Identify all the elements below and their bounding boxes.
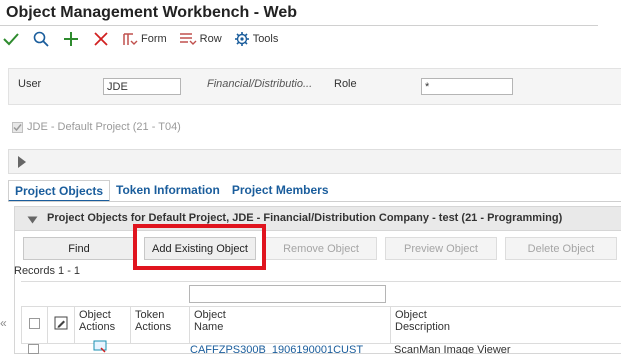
form-menu[interactable]: Form <box>122 31 167 47</box>
row-menu-label: Row <box>199 33 222 45</box>
panel-title: Project Objects for Default Project, JDE… <box>47 212 563 224</box>
preview-object-button[interactable]: Preview Object <box>385 237 497 260</box>
plus-icon[interactable] <box>62 29 80 49</box>
title-divider <box>0 25 598 26</box>
button-row: Find Add Existing Object Remove Object P… <box>15 232 621 264</box>
column-header-line2: Actions <box>79 321 116 333</box>
table-row[interactable]: CAFFZPS300B_1906190001CUST ScanMan Image… <box>21 340 621 354</box>
tab-bar: Project Objects Token Information Projec… <box>8 180 335 202</box>
column-header-object-name[interactable]: Object Name <box>189 307 390 344</box>
select-all-checkbox[interactable] <box>29 318 40 329</box>
column-header-token-actions[interactable]: Token Actions <box>130 307 189 344</box>
column-header-line1: Object <box>194 309 226 321</box>
row-menu[interactable]: Row <box>179 31 222 47</box>
tools-menu[interactable]: Tools <box>234 31 279 47</box>
left-scroll-arrows-icon[interactable]: « <box>0 316 7 330</box>
edit-icon[interactable] <box>54 316 68 330</box>
object-name-link[interactable]: CAFFZPS300B_1906190001CUST <box>190 344 363 354</box>
column-header-line2: Name <box>194 321 224 333</box>
records-count: Records 1 - 1 <box>14 265 81 277</box>
row-menu-icon <box>179 33 197 45</box>
column-header-line2: Description <box>395 321 451 333</box>
column-header-line1: Token <box>135 309 165 321</box>
app-title: Object Management Workbench - Web <box>6 4 298 21</box>
object-description-cell: ScanMan Image Viewer <box>394 344 511 354</box>
tools-menu-label: Tools <box>252 33 279 45</box>
row-checkbox[interactable] <box>28 344 39 354</box>
title-bar: Object Management Workbench - Web <box>0 0 621 27</box>
default-project-label: JDE - Default Project (21 - T04) <box>27 121 181 133</box>
delete-object-button[interactable]: Delete Object <box>505 237 617 260</box>
tab-project-members[interactable]: Project Members <box>226 180 335 202</box>
column-header-line1: Object <box>79 309 111 321</box>
user-label: User <box>18 78 42 90</box>
object-name-filter-input[interactable] <box>189 285 386 303</box>
collapse-arrow-icon[interactable] <box>27 216 38 224</box>
header-panel: User Financial/Distributio... Role <box>8 68 621 105</box>
remove-object-label: Remove Object <box>283 242 359 255</box>
column-header-line1: Object <box>395 309 427 321</box>
add-existing-object-button[interactable]: Add Existing Object <box>144 237 256 260</box>
default-project-checkbox[interactable] <box>12 121 23 133</box>
find-button[interactable]: Find <box>23 237 135 260</box>
role-label: Role <box>334 78 357 90</box>
checkmark-icon[interactable] <box>2 29 20 49</box>
tab-divider <box>8 201 621 202</box>
checkmark-icon <box>13 123 22 131</box>
select-all-col <box>21 307 47 344</box>
remove-object-button[interactable]: Remove Object <box>265 237 377 260</box>
preview-object-label: Preview Object <box>404 242 478 255</box>
company-text: Financial/Distributio... <box>207 78 313 90</box>
column-header-object-description[interactable]: Object Description <box>390 307 621 344</box>
column-header-line2: Actions <box>135 321 172 333</box>
tab-token-information[interactable]: Token Information <box>110 180 226 202</box>
panel-title-bar[interactable]: Project Objects for Default Project, JDE… <box>15 207 621 231</box>
user-field[interactable] <box>103 78 181 95</box>
grid-header: Object Actions Token Actions Object Name… <box>21 281 621 344</box>
grid-top-line <box>21 281 621 282</box>
expander-bar[interactable] <box>8 149 621 174</box>
edit-col <box>47 307 74 344</box>
find-button-label: Find <box>68 242 90 255</box>
default-project-row: JDE - Default Project (21 - T04) <box>12 121 181 133</box>
object-actions-icon[interactable] <box>93 340 109 354</box>
tab-project-objects[interactable]: Project Objects <box>8 180 111 202</box>
column-header-object-actions[interactable]: Object Actions <box>74 307 130 344</box>
close-icon[interactable] <box>92 29 110 49</box>
form-menu-icon <box>123 33 138 45</box>
role-field[interactable] <box>421 78 513 95</box>
delete-object-label: Delete Object <box>527 242 595 255</box>
toolbar: Form Row Tools <box>0 28 621 50</box>
search-icon[interactable] <box>32 29 50 49</box>
form-menu-label: Form <box>141 33 167 45</box>
add-existing-object-label: Add Existing Object <box>152 242 248 255</box>
expand-arrow-icon[interactable] <box>18 156 26 168</box>
gear-icon <box>234 32 249 46</box>
